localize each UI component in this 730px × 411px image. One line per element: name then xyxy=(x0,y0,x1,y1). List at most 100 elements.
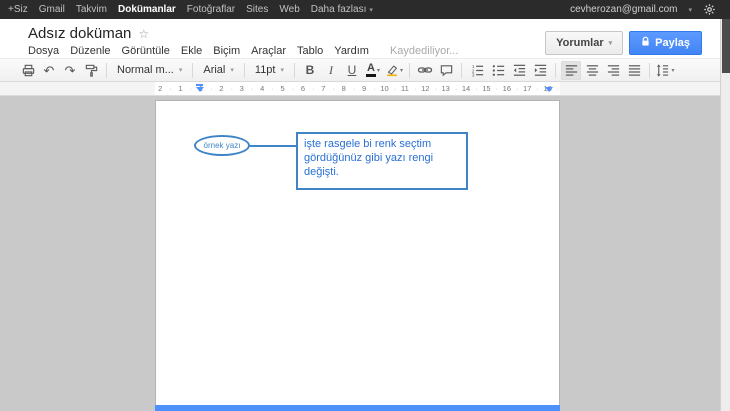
toolbar-separator xyxy=(244,63,245,78)
topbar-link-fotograflar[interactable]: Fotoğraflar xyxy=(187,4,235,15)
undo-icon[interactable]: ↶ xyxy=(39,61,59,80)
ruler-number: 2 xyxy=(211,82,231,95)
doc-header: Adsız doküman ☆ Dosya Düzenle Görüntüle … xyxy=(0,19,720,58)
chevron-down-icon: ▾ xyxy=(377,67,380,74)
google-docs-window: +Siz Gmail Takvim Dokümanlar Fotoğraflar… xyxy=(0,0,730,411)
document-canvas: örnek yazı işte rasgele bi renk seçtim g… xyxy=(0,96,720,411)
undo-glyph: ↶ xyxy=(44,64,55,77)
chevron-down-icon: ▾ xyxy=(179,66,183,74)
circled-text-shape[interactable]: örnek yazı xyxy=(194,135,250,156)
topbar-link-more[interactable]: Daha fazlası ▾ xyxy=(311,4,373,15)
numbered-list-icon[interactable]: 123 xyxy=(467,61,487,80)
indent-icon[interactable] xyxy=(530,61,550,80)
connector-line[interactable] xyxy=(250,145,296,147)
star-icon[interactable]: ☆ xyxy=(138,27,149,41)
bulleted-list-icon[interactable] xyxy=(488,61,508,80)
vertical-scrollbar[interactable] xyxy=(720,19,730,411)
callout-box[interactable]: işte rasgele bi renk seçtim gördüğünüz g… xyxy=(296,132,468,190)
share-button-label: Paylaş xyxy=(655,37,690,49)
save-status: Kaydediliyor... xyxy=(390,45,458,57)
right-indent-marker[interactable] xyxy=(545,87,553,92)
font-dropdown-value: Arial xyxy=(203,64,225,76)
menu-araclar[interactable]: Araçlar xyxy=(251,45,286,57)
toolbar-separator xyxy=(409,63,410,78)
align-right-icon[interactable] xyxy=(603,61,623,80)
text-color-button[interactable]: A▾ xyxy=(363,61,383,80)
menu-yardim[interactable]: Yardım xyxy=(334,45,369,57)
text-color-glyph: A xyxy=(366,63,376,78)
align-center-icon[interactable] xyxy=(582,61,602,80)
ruler-number: 15 xyxy=(476,82,496,95)
ruler-number: 14 xyxy=(456,82,476,95)
insert-comment-icon[interactable] xyxy=(436,61,456,80)
menu-ekle[interactable]: Ekle xyxy=(181,45,202,57)
ruler-number: 4 xyxy=(252,82,272,95)
menu-dosya[interactable]: Dosya xyxy=(28,45,59,57)
topbar-link-web[interactable]: Web xyxy=(279,4,299,15)
toolbar-separator xyxy=(106,63,107,78)
chevron-down-icon: ▾ xyxy=(400,67,403,74)
topbar-link-takvim[interactable]: Takvim xyxy=(76,4,107,15)
align-left-icon[interactable] xyxy=(561,61,581,80)
document-title[interactable]: Adsız doküman xyxy=(28,25,131,42)
topbar-link-dokumanlar[interactable]: Dokümanlar xyxy=(118,4,176,15)
styles-dropdown[interactable]: Normal m... ▾ xyxy=(112,64,187,76)
left-indent-marker[interactable] xyxy=(196,84,204,92)
ruler-number: 9 xyxy=(354,82,374,95)
toolbar-separator xyxy=(555,63,556,78)
redo-glyph: ↷ xyxy=(65,64,76,77)
horizontal-ruler: 21123456789101112131415161718 xyxy=(0,82,720,96)
topbar-more-label: Daha fazlası xyxy=(311,4,367,15)
document-page[interactable]: örnek yazı işte rasgele bi renk seçtim g… xyxy=(155,100,560,411)
insert-link-icon[interactable] xyxy=(415,61,435,80)
toolbar-separator xyxy=(192,63,193,78)
topbar-link-gmail[interactable]: Gmail xyxy=(39,4,65,15)
paint-format-icon[interactable] xyxy=(81,61,101,80)
topbar-link-sites[interactable]: Sites xyxy=(246,4,268,15)
font-dropdown[interactable]: Arial ▾ xyxy=(198,64,239,76)
circled-text: örnek yazı xyxy=(204,141,241,150)
ruler-number: 7 xyxy=(313,82,333,95)
line-spacing-icon[interactable]: ▾ xyxy=(655,61,675,80)
redo-icon[interactable]: ↷ xyxy=(60,61,80,80)
google-bar: +Siz Gmail Takvim Dokümanlar Fotoğraflar… xyxy=(0,0,730,19)
italic-glyph: I xyxy=(329,63,333,78)
toolbar-separator xyxy=(649,63,650,78)
ruler-number: 6 xyxy=(293,82,313,95)
ruler-number: 1 xyxy=(170,82,190,95)
menu-goruntule[interactable]: Görüntüle xyxy=(122,45,170,57)
chevron-down-icon: ▾ xyxy=(671,67,674,74)
menu-bicim[interactable]: Biçim xyxy=(213,45,240,57)
ruler-number: 8 xyxy=(334,82,354,95)
chevron-down-icon: ▾ xyxy=(230,66,234,74)
ruler-number: 12 xyxy=(415,82,435,95)
chevron-down-icon: ▾ xyxy=(280,66,284,74)
menu-duzenle[interactable]: Düzenle xyxy=(70,45,110,57)
scrollbar-thumb[interactable] xyxy=(722,19,730,73)
selected-region-strip[interactable] xyxy=(155,405,560,411)
outdent-icon[interactable] xyxy=(509,61,529,80)
lock-icon xyxy=(641,36,650,50)
topbar-link-plus-siz[interactable]: +Siz xyxy=(8,4,28,15)
menu-tablo[interactable]: Tablo xyxy=(297,45,323,57)
callout-text: işte rasgele bi renk seçtim gördüğünüz g… xyxy=(304,138,433,178)
font-size-dropdown[interactable]: 11pt ▾ xyxy=(250,64,289,76)
print-icon[interactable] xyxy=(18,61,38,80)
font-size-dropdown-value: 11pt xyxy=(255,64,276,76)
gear-icon[interactable] xyxy=(703,3,716,16)
italic-button[interactable]: I xyxy=(321,61,341,80)
underline-button[interactable]: U xyxy=(342,61,362,80)
ruler-number: 5 xyxy=(272,82,292,95)
ruler-number: 11 xyxy=(395,82,415,95)
comments-button[interactable]: Yorumlar ▾ xyxy=(545,31,623,55)
edit-toolbar: ↶ ↷ Normal m... ▾ Arial ▾ 11pt ▾ B I U A… xyxy=(0,58,720,82)
align-justify-icon[interactable] xyxy=(624,61,644,80)
highlight-color-button[interactable]: ▾ xyxy=(384,61,404,80)
bold-button[interactable]: B xyxy=(300,61,320,80)
account-email[interactable]: cevherozan@gmail.com xyxy=(570,4,677,15)
toolbar-separator xyxy=(294,63,295,78)
ruler-number: 17 xyxy=(517,82,537,95)
share-button[interactable]: Paylaş xyxy=(629,31,702,55)
ruler-number: 10 xyxy=(374,82,394,95)
chevron-down-icon: ▾ xyxy=(688,6,692,14)
